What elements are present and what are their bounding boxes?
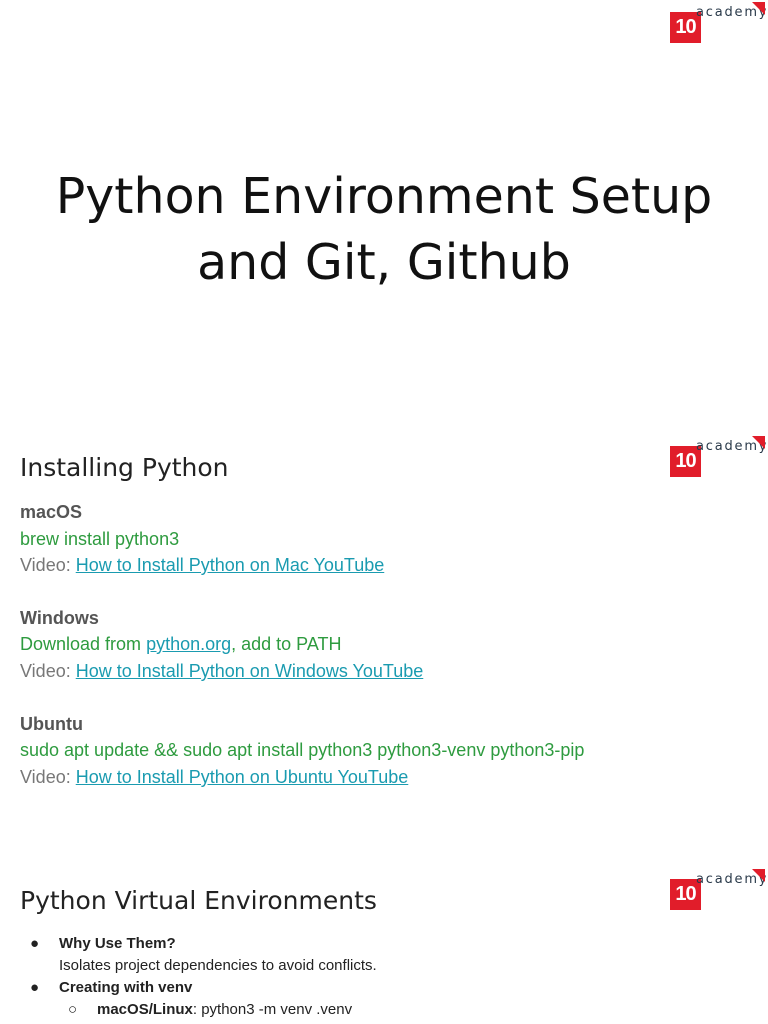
logo-flag-icon bbox=[752, 869, 765, 882]
bullet-text: Isolates project dependencies to avoid c… bbox=[59, 957, 377, 974]
macos-command: brew install python3 bbox=[20, 529, 180, 549]
windows-video-link[interactable]: How to Install Python on Windows YouTube bbox=[76, 661, 424, 681]
ubuntu-video-link[interactable]: How to Install Python on Ubuntu YouTube bbox=[76, 767, 409, 787]
slide-title-line2: and Git, Github bbox=[197, 234, 571, 291]
video-prefix: Video: bbox=[20, 555, 76, 575]
bullet-title: Why Use Them? bbox=[59, 935, 176, 952]
video-prefix: Video: bbox=[20, 767, 76, 787]
ubuntu-command: sudo apt update && sudo apt install pyth… bbox=[20, 740, 585, 760]
windows-command-suffix: , add to PATH bbox=[231, 634, 342, 654]
slide-title: Python Environment Setup and Git, Github bbox=[0, 164, 768, 296]
sub-bullet-command: : python3 -m venv .venv bbox=[192, 1001, 353, 1018]
bullet-icon: ● bbox=[30, 935, 40, 952]
logo-flag-icon bbox=[752, 436, 765, 449]
python-org-link[interactable]: python.org bbox=[146, 634, 231, 654]
installing-python-heading: Installing Python bbox=[20, 453, 229, 482]
academy-logo: 10 academy bbox=[670, 2, 766, 46]
logo-flag-icon bbox=[752, 2, 765, 15]
sub-bullet-text: macOS/Linux: python3 -m venv .venv bbox=[97, 999, 352, 1021]
bullet-title: Creating with venv bbox=[59, 979, 193, 996]
windows-label: Windows bbox=[20, 608, 99, 628]
macos-video-link[interactable]: How to Install Python on Mac YouTube bbox=[76, 555, 385, 575]
windows-command-prefix: Download from bbox=[20, 634, 147, 654]
academy-logo: 10 academy bbox=[670, 869, 766, 913]
bullet-icon: ● bbox=[30, 979, 40, 996]
windows-video-line: Video: How to Install Python on Windows … bbox=[20, 659, 423, 683]
sub-bullet-icon: ○ bbox=[68, 1001, 78, 1018]
virtual-environments-heading: Python Virtual Environments bbox=[20, 886, 377, 915]
windows-command: Download from python.org, add to PATH bbox=[20, 632, 342, 656]
macos-label: macOS bbox=[20, 502, 83, 522]
ubuntu-video-line: Video: How to Install Python on Ubuntu Y… bbox=[20, 765, 408, 789]
ubuntu-label: Ubuntu bbox=[20, 714, 83, 734]
video-prefix: Video: bbox=[20, 661, 76, 681]
sub-bullet-label: macOS/Linux bbox=[97, 1001, 193, 1018]
macos-video-line: Video: How to Install Python on Mac YouT… bbox=[20, 553, 384, 577]
academy-logo: 10 academy bbox=[670, 436, 766, 480]
slide-title-line1: Python Environment Setup bbox=[55, 168, 713, 225]
